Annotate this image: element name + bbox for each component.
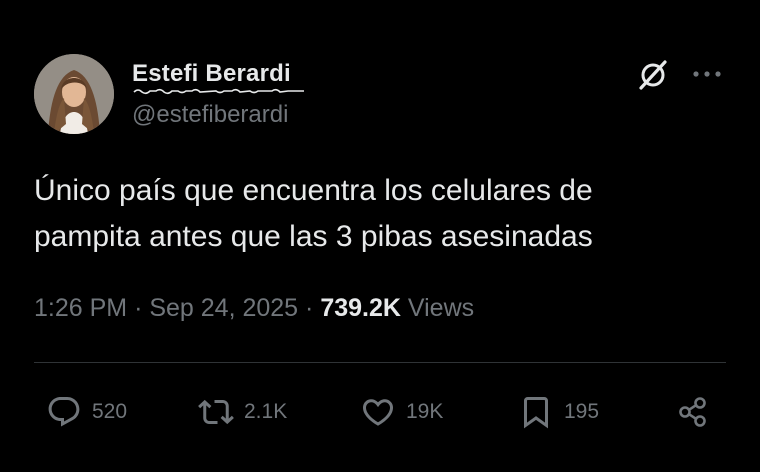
repost-button[interactable]: 2.1K [198,388,287,436]
like-button[interactable]: 19K [360,388,443,436]
tweet-meta: 1:26 PM · Sep 24, 2025 · 739.2K Views [34,294,474,323]
reply-count: 520 [92,400,128,423]
bookmark-count: 195 [564,400,600,423]
divider [34,362,726,363]
bookmark-button[interactable]: 195 [518,388,599,436]
display-name[interactable]: Estefi Berardi [132,60,291,88]
avatar[interactable] [34,54,114,134]
tweet-text-line: pampita antes que las 3 pibas asesinadas [34,220,593,253]
like-count: 19K [406,400,444,423]
share-button[interactable] [676,388,712,436]
display-name-underline [133,88,304,95]
tweet-card: Estefi Berardi @estefiberardi Único país… [0,0,760,472]
views-label: Views [407,294,475,322]
meta-separator: · [134,294,143,322]
bookmark-icon [524,397,548,429]
reply-icon [48,397,80,427]
share-icon [679,397,706,427]
avatar-image [34,54,114,134]
action-bar: 520 2.1K 19K 195 [0,388,760,436]
more-icon[interactable] [690,60,724,88]
tweet-time[interactable]: 1:26 PM [34,294,127,322]
tweet-text: Único país que encuentra los celulares d… [34,168,724,260]
handle[interactable]: @estefiberardi [132,101,288,129]
repost-count: 2.1K [244,400,288,423]
like-icon [362,399,394,426]
meta-separator: · [305,294,314,322]
repost-icon [198,399,234,425]
grok-icon[interactable] [636,58,670,92]
reply-button[interactable]: 520 [46,388,127,436]
tweet-date[interactable]: Sep 24, 2025 [149,294,298,322]
tweet-text-line: Único país que encuentra los celulares d… [34,174,593,207]
views-count[interactable]: 739.2K [320,294,401,322]
